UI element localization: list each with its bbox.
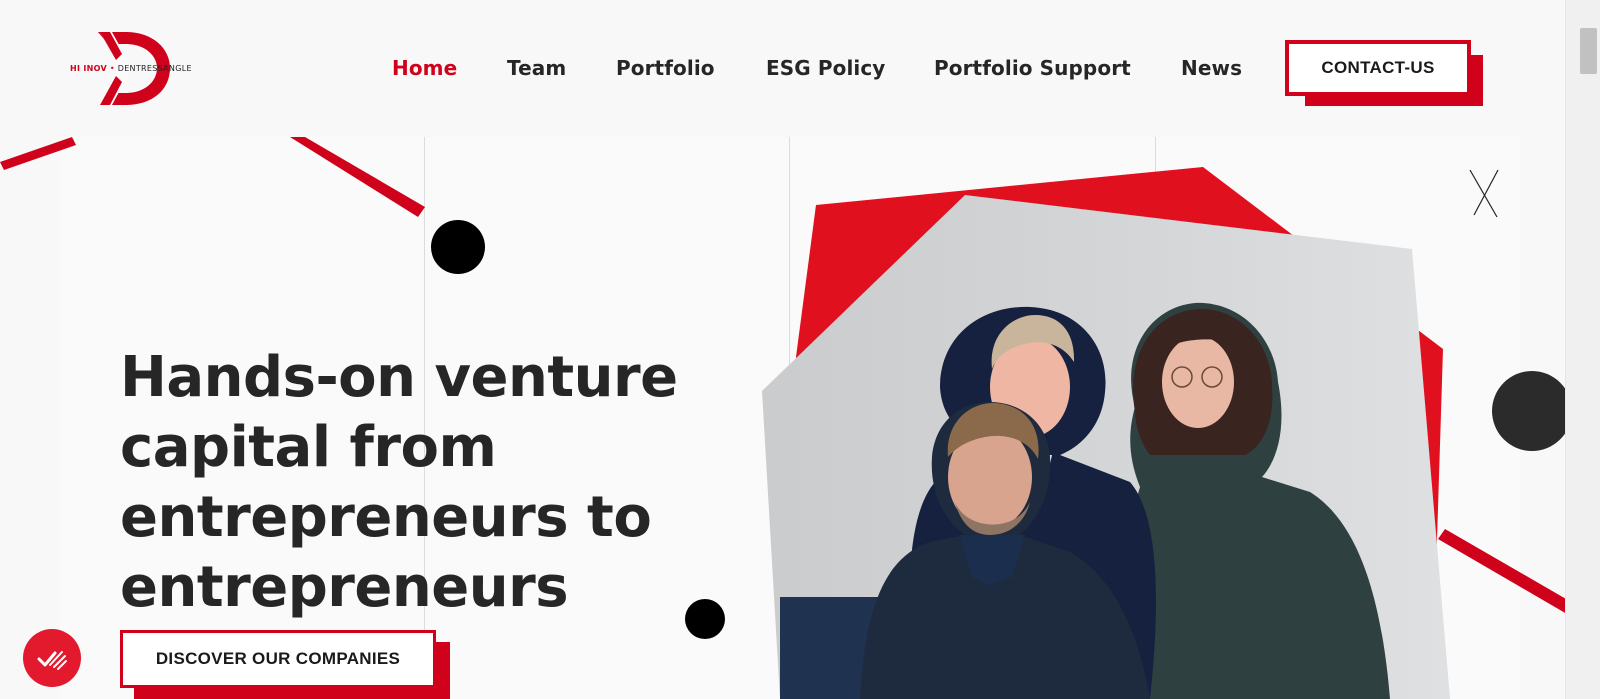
headline-line-4: entrepreneurs [120, 555, 569, 620]
nav-item-portfolio[interactable]: Portfolio [616, 56, 715, 80]
discover-companies-button[interactable]: DISCOVER OUR COMPANIES [120, 630, 436, 688]
red-strip-left [0, 137, 76, 170]
headline-line-2: capital from [120, 415, 497, 480]
chat-widget-button[interactable] [23, 629, 81, 687]
logo-separator: • [109, 64, 115, 73]
logo-text-hi: HI INOV [70, 64, 108, 73]
nav-item-news[interactable]: News [1181, 56, 1242, 80]
black-dot-large [431, 220, 485, 274]
logo-text: HI INOV • DENTRESSANGLE [70, 64, 192, 73]
scrollbar-thumb[interactable] [1580, 28, 1597, 74]
red-strip-top [290, 137, 425, 217]
red-strip-right [1438, 529, 1565, 613]
discover-button-wrap: DISCOVER OUR COMPANIES [120, 630, 450, 699]
chat-check-icon [37, 651, 67, 670]
site-header: HI INOV • DENTRESSANGLE Home Team Portfo… [0, 0, 1565, 137]
page-scrollbar[interactable] [1565, 0, 1600, 699]
logo[interactable]: HI INOV • DENTRESSANGLE [68, 30, 218, 110]
nav-item-team[interactable]: Team [507, 56, 566, 80]
nav-item-esg-policy[interactable]: ESG Policy [766, 56, 885, 80]
nav-item-home[interactable]: Home [392, 56, 457, 80]
hero-headline: Hands-on venture capital from entreprene… [120, 343, 760, 623]
headline-line-1: Hands-on venture [120, 345, 678, 410]
dark-dot-right [1492, 371, 1565, 451]
close-icon[interactable] [1469, 169, 1499, 218]
hero-section: Hands-on venture capital from entreprene… [0, 137, 1565, 699]
nav-item-portfolio-support[interactable]: Portfolio Support [934, 56, 1131, 80]
contact-us-button[interactable]: CONTACT-US [1285, 40, 1471, 96]
headline-line-3: entrepreneurs to [120, 485, 652, 550]
contact-button-wrap: CONTACT-US [1285, 40, 1483, 106]
logo-text-dent: DENTRESSANGLE [117, 64, 192, 73]
